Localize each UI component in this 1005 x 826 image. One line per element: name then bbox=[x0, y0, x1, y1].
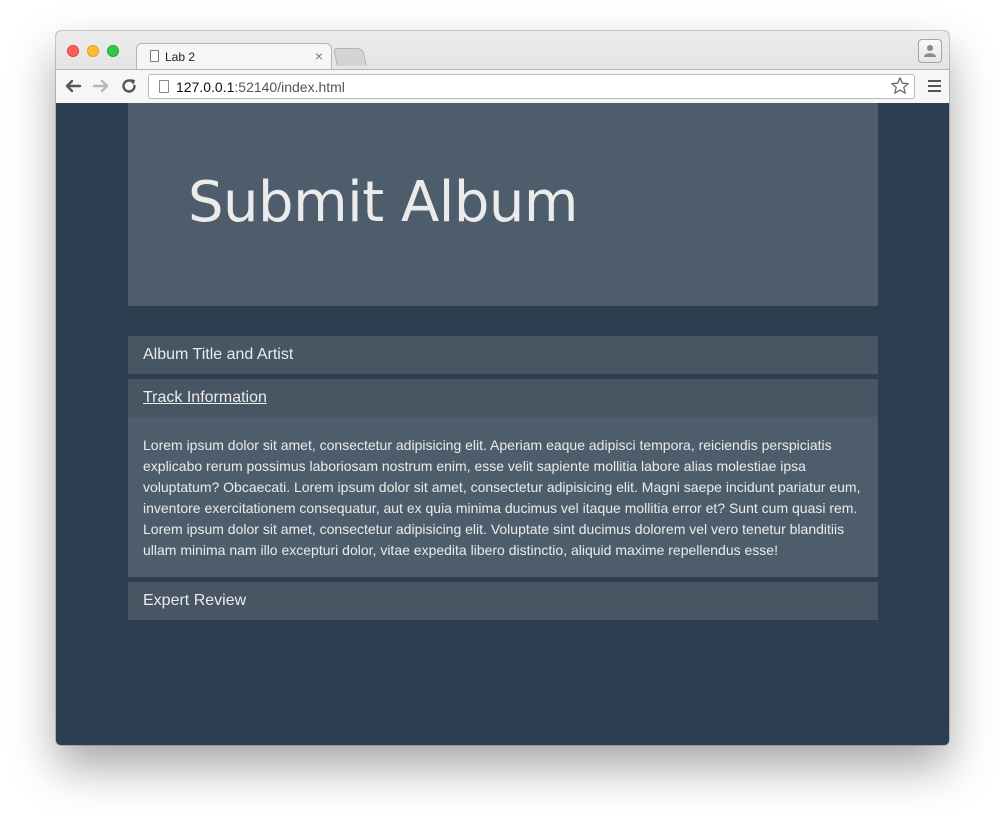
zoom-window-button[interactable] bbox=[107, 45, 119, 57]
back-arrow-icon[interactable] bbox=[62, 75, 84, 97]
new-tab-button[interactable] bbox=[333, 48, 367, 66]
panel-heading[interactable]: Album Title and Artist bbox=[128, 336, 878, 374]
profile-icon[interactable] bbox=[918, 39, 942, 63]
close-window-button[interactable] bbox=[67, 45, 79, 57]
hamburger-menu-icon[interactable] bbox=[928, 80, 941, 92]
tab-close-icon[interactable]: × bbox=[315, 48, 323, 64]
page-container: Submit Album Album Title and Artist Trac… bbox=[128, 103, 878, 620]
forward-arrow-icon[interactable] bbox=[90, 75, 112, 97]
address-bar[interactable]: 127.0.0.1:52140/index.html bbox=[148, 74, 915, 99]
panel-toggle-track-information[interactable]: Track Information bbox=[143, 389, 267, 407]
page-viewport: Submit Album Album Title and Artist Trac… bbox=[56, 103, 949, 745]
browser-toolbar: 127.0.0.1:52140/index.html bbox=[56, 69, 949, 103]
panel-expert-review: Expert Review bbox=[128, 582, 878, 620]
panel-track-information: Track Information Lorem ipsum dolor sit … bbox=[128, 379, 878, 577]
document-icon bbox=[159, 80, 169, 93]
panel-body-track-information: Lorem ipsum dolor sit amet, consectetur … bbox=[128, 417, 878, 577]
browser-window: Lab 2 × 127.0.0.1:52140/index.html Submi… bbox=[56, 31, 949, 745]
minimize-window-button[interactable] bbox=[87, 45, 99, 57]
panel-album-title-artist: Album Title and Artist bbox=[128, 336, 878, 374]
reload-icon[interactable] bbox=[118, 75, 140, 97]
url-text: 127.0.0.1:52140/index.html bbox=[176, 79, 345, 95]
jumbotron: Submit Album bbox=[128, 103, 878, 306]
accordion: Album Title and Artist Track Information… bbox=[128, 336, 878, 620]
tab-strip: Lab 2 × bbox=[56, 31, 949, 70]
document-icon bbox=[150, 50, 159, 62]
browser-tab[interactable]: Lab 2 × bbox=[136, 43, 332, 70]
bookmark-star-icon[interactable] bbox=[890, 76, 910, 101]
page-title: Submit Album bbox=[188, 170, 578, 235]
browser-chrome: Lab 2 × 127.0.0.1:52140/index.html bbox=[56, 31, 949, 104]
panel-heading[interactable]: Track Information bbox=[128, 379, 878, 417]
tab-title: Lab 2 bbox=[165, 50, 196, 64]
panel-toggle-album-title-artist[interactable]: Album Title and Artist bbox=[143, 346, 293, 364]
panel-toggle-expert-review[interactable]: Expert Review bbox=[143, 592, 246, 610]
panel-heading[interactable]: Expert Review bbox=[128, 582, 878, 620]
